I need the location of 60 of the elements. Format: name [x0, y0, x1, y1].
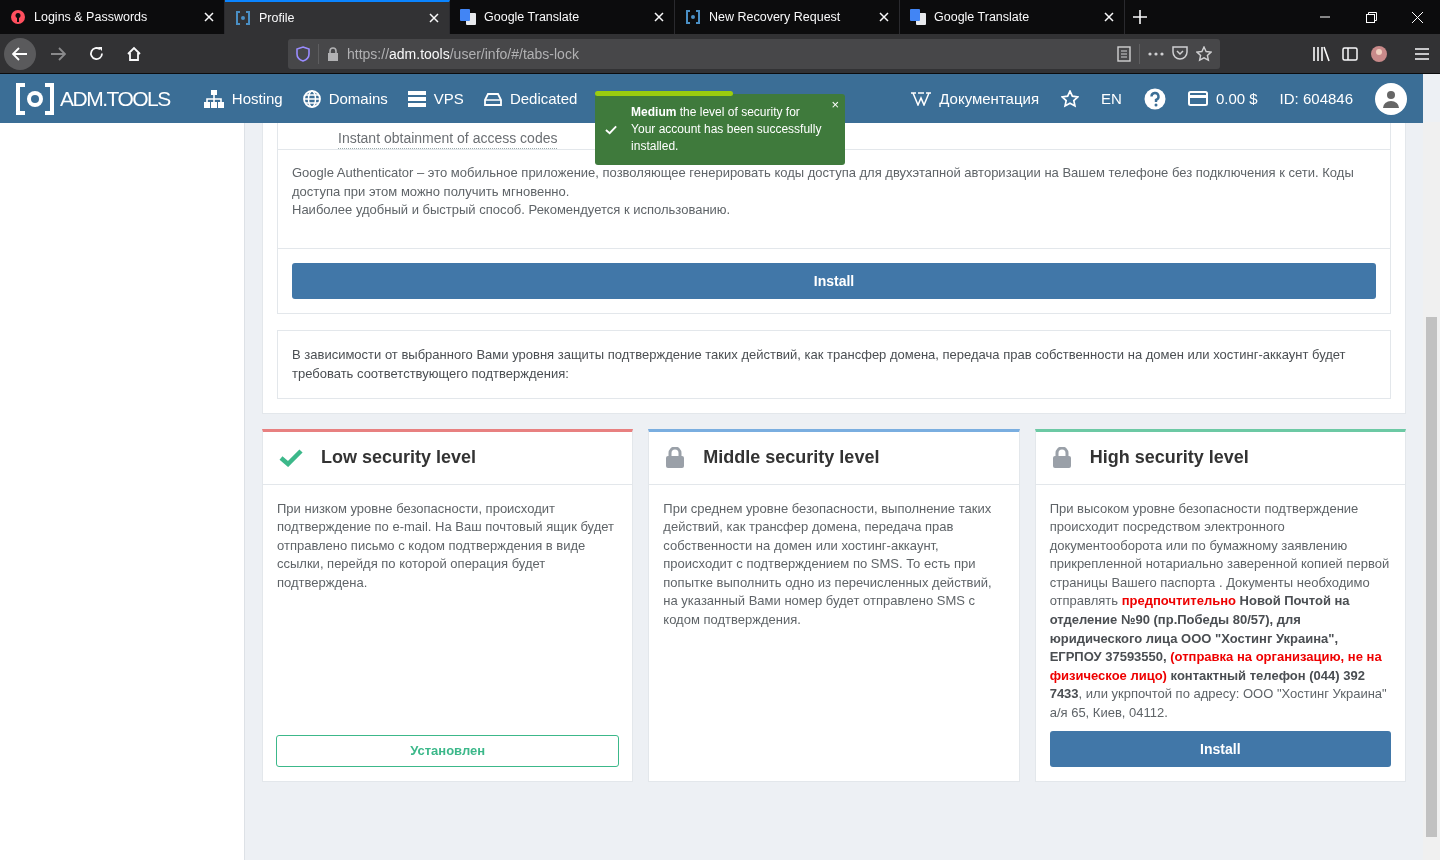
card-text: При высоком уровне безопасности подтверждение происходит посредством электронного документооборота или по бумажному заявлению прикрепленной нотариально заверенной копией первой страницы Вашего паспорта . Документы необходимо отправлять предпочтительно Новой Почтой на отделение №90 (пр.Победы 80/57), для юридического лица ООО "Хостинг Украина", ЕГРПОУ 37593550, (отправка на организацию, не на физическое лицо) контактный телефон (044) 392 7433, или укрпочтой по адресу: ООО "Хостинг Украина" а/я 65, Киев, 04112.	[1049, 499, 1391, 723]
card-text: При низком уровне безопасности, происходит подтверждение по e-mail. На Ваш почтовый ящик будет отправлено письмо с кодом подтверждения в виде ссылки, перейдя по которой операция будет подтверждена.	[277, 499, 615, 592]
server-icon	[407, 90, 426, 107]
logo-text: ADM.TOOLS	[60, 86, 170, 111]
balance-link[interactable]: 0.00 $	[1187, 90, 1258, 107]
docs-link[interactable]: Документация	[911, 90, 1040, 107]
credit-card-icon	[1187, 91, 1208, 106]
reload-icon[interactable]	[88, 46, 104, 61]
globe-icon	[302, 89, 321, 108]
address-bar[interactable]: https://adm.tools/user/info/#/tabs-lock	[288, 38, 1220, 69]
sidebar-icon[interactable]	[1342, 46, 1358, 61]
url-text: https://adm.tools/user/info/#/tabs-lock	[347, 45, 579, 62]
help-icon[interactable]	[1143, 87, 1166, 110]
back-button[interactable]	[4, 37, 36, 70]
hard-drive-icon	[483, 91, 502, 106]
card-title: Low security level	[321, 447, 477, 468]
language-link[interactable]: EN	[1101, 90, 1122, 107]
install-button[interactable]: Install	[292, 262, 1376, 299]
bracket-logo-icon	[235, 10, 251, 26]
close-icon[interactable]	[204, 12, 214, 22]
close-icon[interactable]	[654, 12, 664, 22]
close-icon[interactable]	[879, 12, 889, 22]
forward-arrow-icon[interactable]	[50, 46, 66, 61]
nav-link[interactable]: Hosting	[203, 89, 283, 108]
install-button[interactable]: Install	[1049, 730, 1391, 767]
library-icon[interactable]	[1312, 45, 1330, 62]
translate-icon	[460, 9, 476, 25]
key-icon	[10, 9, 26, 25]
nav-link[interactable]: Domains	[302, 89, 388, 108]
card-text: При среднем уровне безопасности, выполнение таких действий, как трансфер домена, передача прав собственности на домен или хостинг-аккаунт, происходит с подтверждением по SMS. То есть при попытке выполнить одно из перечисленных действий, на указанный Вами номер будет отправлено SMS с кодом подтверждения.	[663, 499, 993, 630]
browser-tab[interactable]: Profile	[225, 0, 450, 34]
scrollbar[interactable]	[1423, 122, 1440, 860]
more-icon[interactable]	[1148, 51, 1164, 56]
account-id: ID: 604846	[1279, 90, 1353, 107]
wikipedia-icon	[911, 91, 932, 106]
user-silhouette-icon	[1382, 89, 1400, 108]
restore-icon[interactable]	[1365, 11, 1377, 23]
reader-view-icon[interactable]	[1117, 45, 1131, 62]
back-arrow-icon	[12, 46, 28, 61]
notice-text: В зависимости от выбранного Вами уровня защиты подтверждение таких действий, как трансфер домена, передача прав собственности на домен или хостинг-аккаунт будет требовать соответствующего подтверждения:	[277, 329, 1391, 399]
bracket-logo-icon	[685, 9, 701, 25]
lock-icon	[327, 46, 339, 61]
close-button[interactable]: ×	[831, 98, 839, 112]
close-icon[interactable]	[1104, 12, 1114, 22]
sitemap-icon	[203, 89, 224, 108]
nav-link[interactable]: Dedicated	[483, 90, 578, 107]
home-icon[interactable]	[126, 45, 142, 62]
close-icon[interactable]	[429, 13, 439, 23]
translate-icon	[910, 9, 926, 25]
nav-link[interactable]: VPS	[407, 90, 464, 107]
card-title: High security level	[1089, 447, 1249, 468]
star-icon[interactable]	[1196, 45, 1212, 62]
pocket-icon[interactable]	[1172, 46, 1188, 61]
card-title: Middle security level	[703, 447, 880, 468]
new-tab-icon[interactable]	[1133, 10, 1147, 24]
menu-icon[interactable]	[1414, 46, 1430, 61]
avatar[interactable]	[1375, 82, 1407, 115]
shield-icon	[296, 45, 310, 62]
method-link[interactable]: Instant obtainment of access codes	[338, 130, 558, 149]
account-icon[interactable]	[1370, 44, 1388, 63]
